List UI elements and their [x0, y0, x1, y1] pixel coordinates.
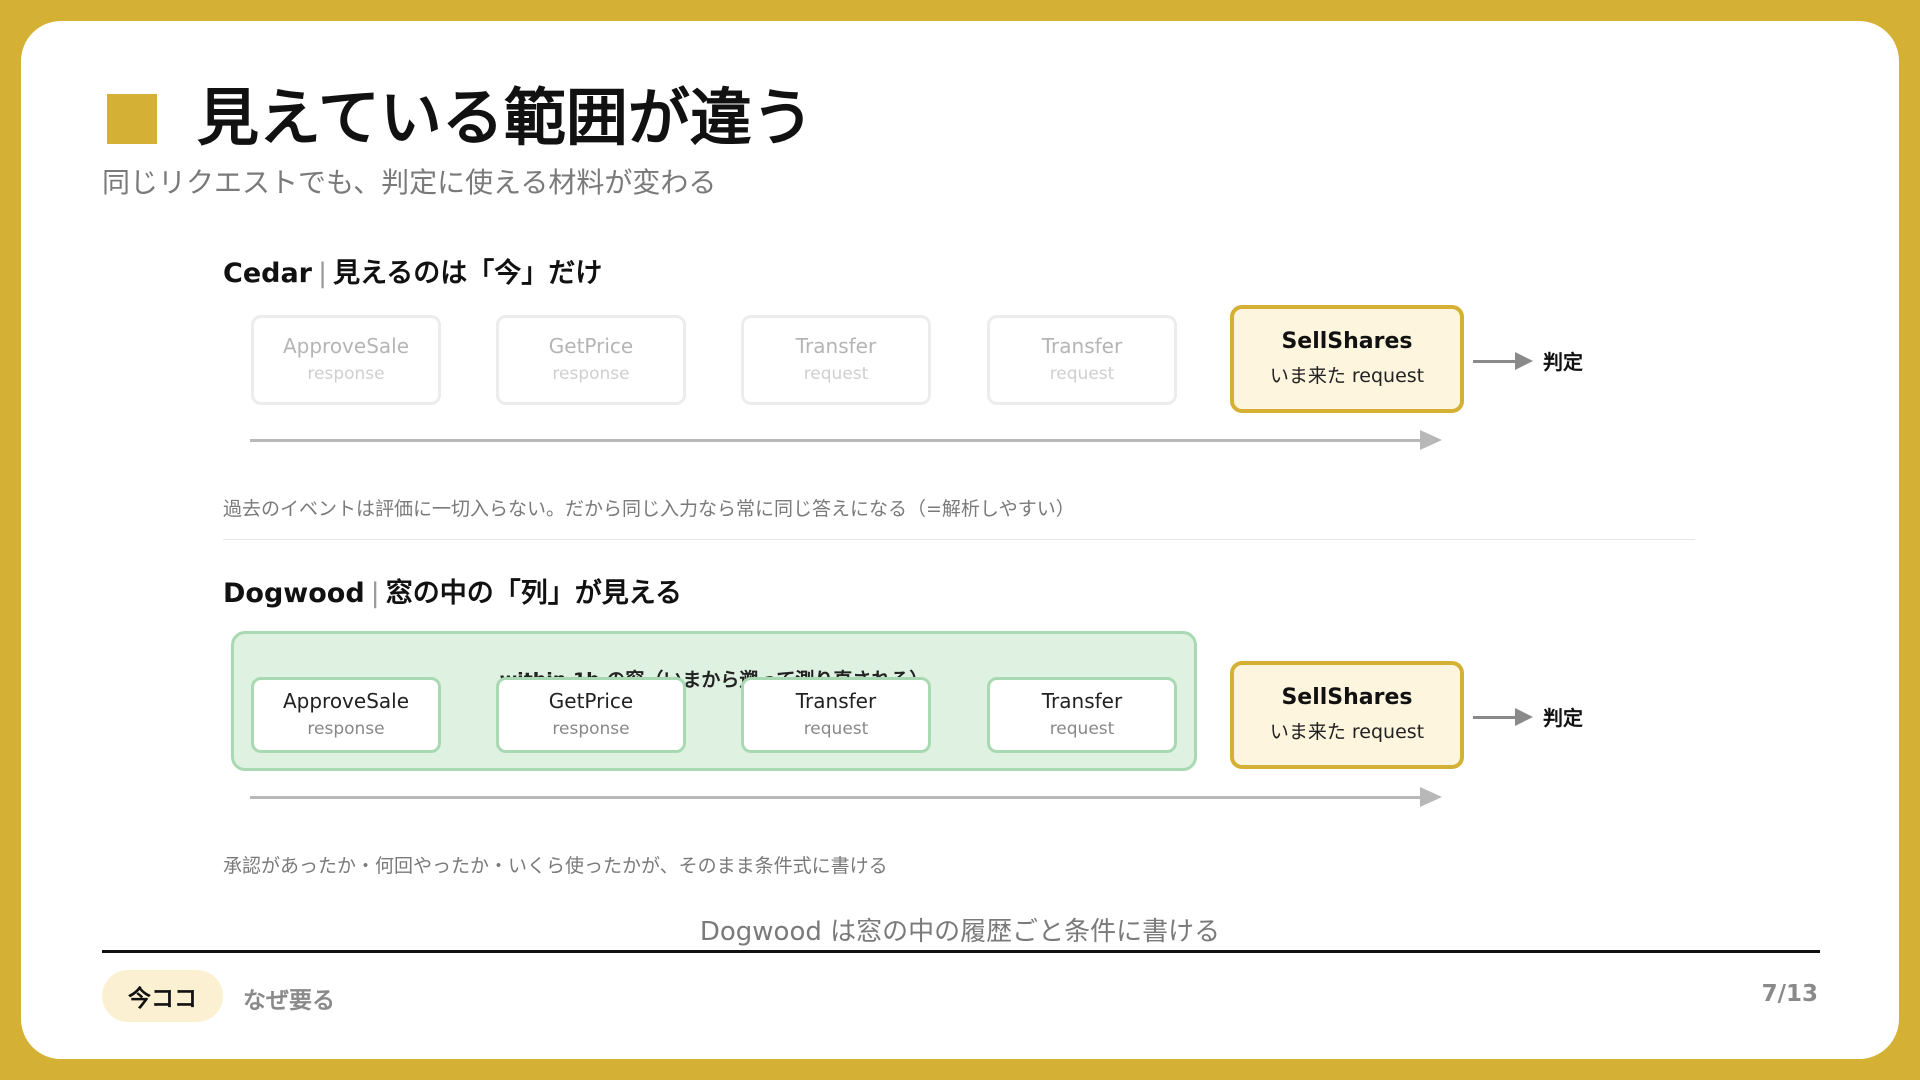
cedar-event-card: GetPrice response [496, 315, 686, 405]
dogwood-note: 承認があったか・何回やったか・いくら使ったかが、そのまま条件式に書ける [223, 855, 888, 877]
dogwood-event-card: ApproveSale response [251, 677, 441, 753]
cedar-heading-separator: | [318, 258, 328, 289]
cedar-heading-name: Cedar [223, 258, 312, 289]
event-name: GetPrice [548, 689, 634, 714]
title-square-icon [107, 94, 157, 144]
decision-label: 判定 [1543, 706, 1583, 730]
cedar-current-request-card: SellShares いま来た request [1230, 305, 1464, 413]
event-name: Transfer [795, 334, 877, 359]
event-name: Transfer [795, 689, 877, 714]
event-kind: response [552, 364, 630, 385]
event-kind: response [307, 364, 385, 385]
section-divider [223, 539, 1695, 540]
decision-label: 判定 [1543, 350, 1583, 374]
cedar-timeline-arrow [250, 430, 1442, 450]
slide: 見えている範囲が違う 同じリクエストでも、判定に使える材料が変わる Cedar |… [21, 21, 1899, 1059]
event-kind: response [552, 719, 630, 740]
next-section-link[interactable]: なぜ要る [243, 981, 335, 1015]
current-request-name: SellShares [1281, 329, 1413, 355]
dogwood-heading-text: 窓の中の「列」が見える [385, 578, 682, 609]
cedar-event-card: Transfer request [987, 315, 1177, 405]
dogwood-heading: Dogwood | 窓の中の「列」が見える [223, 571, 682, 610]
current-section-pill[interactable]: 今ココ [102, 970, 223, 1022]
cedar-event-card: Transfer request [741, 315, 931, 405]
footer-divider [102, 950, 1820, 953]
cedar-heading: Cedar | 見えるのは「今」だけ [223, 251, 602, 290]
page-number: 7/13 [1761, 981, 1818, 1007]
conclusion-text: Dogwood は窓の中の履歴ごと条件に書ける [699, 917, 1221, 947]
event-name: ApproveSale [282, 334, 410, 359]
event-kind: request [803, 719, 869, 740]
dogwood-heading-name: Dogwood [223, 578, 365, 609]
page-subtitle: 同じリクエストでも、判定に使える材料が変わる [102, 166, 717, 199]
current-request-kind: いま来た request [1269, 721, 1425, 743]
event-kind: request [803, 364, 869, 385]
event-name: GetPrice [548, 334, 634, 359]
event-kind: request [1049, 364, 1115, 385]
event-name: Transfer [1041, 689, 1123, 714]
page-title: 見えている範囲が違う [197, 81, 814, 154]
event-name: ApproveSale [282, 689, 410, 714]
cedar-heading-text: 見えるのは「今」だけ [333, 258, 603, 289]
cedar-event-card: ApproveSale response [251, 315, 441, 405]
dogwood-timeline-arrow [250, 787, 1442, 807]
cedar-note: 過去のイベントは評価に一切入らない。だから同じ入力なら常に同じ答えになる（=解析… [223, 498, 1075, 520]
event-kind: request [1049, 719, 1115, 740]
dogwood-current-request-card: SellShares いま来た request [1230, 661, 1464, 769]
event-name: Transfer [1041, 334, 1123, 359]
dogwood-event-card: Transfer request [741, 677, 931, 753]
dogwood-event-card: Transfer request [987, 677, 1177, 753]
decision-arrow-icon [1473, 708, 1533, 726]
current-request-kind: いま来た request [1269, 365, 1425, 387]
decision-arrow-icon [1473, 352, 1533, 370]
event-kind: response [307, 719, 385, 740]
current-request-name: SellShares [1281, 685, 1413, 711]
dogwood-event-card: GetPrice response [496, 677, 686, 753]
dogwood-heading-separator: | [370, 578, 380, 609]
